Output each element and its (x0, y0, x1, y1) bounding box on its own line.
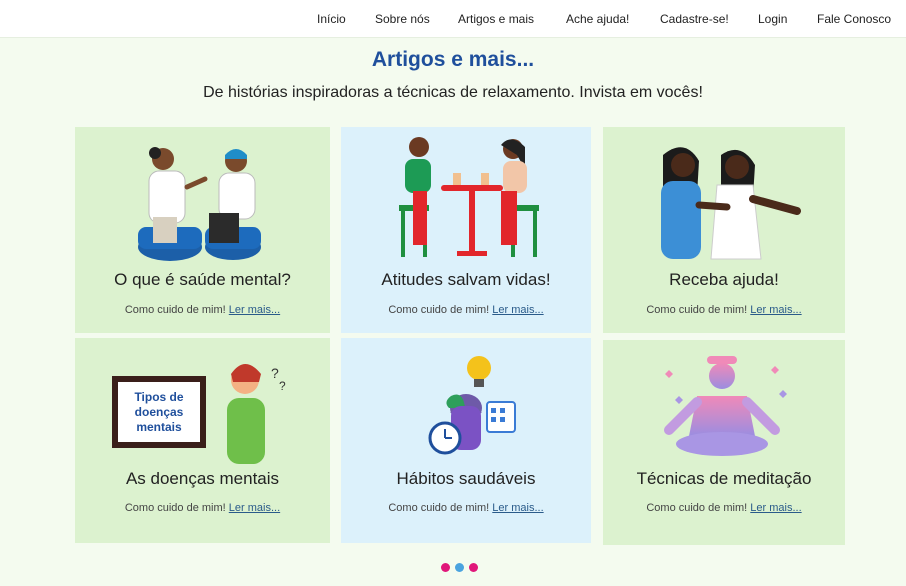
top-navigation: Início Sobre nós Artigos e mais Ache aju… (0, 0, 906, 38)
card-meta: Como cuido de mim! Ler mais... (603, 304, 845, 316)
svg-text:mentais: mentais (136, 420, 182, 434)
read-more-link[interactable]: Ler mais... (492, 502, 543, 514)
hug-illustration (661, 147, 801, 260)
nav-item-artigos[interactable]: Artigos e mais (458, 12, 534, 26)
card-meta: Como cuido de mim! Ler mais... (75, 502, 330, 514)
nav-item-sobre-nos[interactable]: Sobre nós (375, 12, 430, 26)
article-card-receba-ajuda[interactable]: Receba ajuda! Como cuido de mim! Ler mai… (603, 127, 845, 333)
card-meta-label: Como cuido de mim! (646, 502, 748, 514)
card-meta: Como cuido de mim! Ler mais... (75, 304, 330, 316)
card-title: Receba ajuda! (669, 270, 779, 289)
healthy-habits-illustration (428, 356, 516, 455)
svg-text:doenças: doenças (135, 405, 184, 419)
card-title: Hábitos saudáveis (396, 469, 536, 488)
carousel-dot-1[interactable] (441, 563, 450, 572)
card-meta-label: Como cuido de mim! (124, 502, 226, 514)
card-meta: Como cuido de mim! Ler mais... (341, 304, 591, 316)
nav-item-fale-conosco[interactable]: Fale Conosco (817, 12, 891, 26)
carousel-dot-2[interactable] (455, 563, 464, 572)
card-title: As doenças mentais (125, 469, 280, 488)
page-title: Artigos e mais... (371, 48, 535, 71)
doctor-patient-illustration (138, 147, 261, 261)
card-title: Atitudes salvam vidas! (381, 270, 551, 289)
nav-item-ache-ajuda[interactable]: Ache ajuda! (566, 12, 629, 26)
page-subtitle: De histórias inspiradoras a técnicas de … (203, 84, 703, 101)
article-card-meditacao[interactable]: Técnicas de meditação Como cuido de mim!… (603, 340, 845, 545)
thinking-person-illustration: Tipos de doenças mentais ? ? (112, 364, 286, 464)
nav-item-login[interactable]: Login (758, 12, 787, 26)
article-card-atitudes[interactable]: Atitudes salvam vidas! Como cuido de mim… (341, 127, 591, 333)
read-more-link[interactable]: Ler mais... (229, 502, 280, 514)
read-more-link[interactable]: Ler mais... (492, 304, 543, 316)
card-meta-label: Como cuido de mim! (646, 304, 748, 316)
svg-text:?: ? (271, 365, 279, 381)
carousel-dot-3[interactable] (469, 563, 478, 572)
carousel-dots (441, 563, 481, 573)
nav-item-cadastre-se[interactable]: Cadastre-se! (660, 12, 729, 26)
read-more-link[interactable]: Ler mais... (750, 304, 801, 316)
card-meta: Como cuido de mim! Ler mais... (341, 502, 591, 514)
friends-cafe-illustration (399, 137, 539, 257)
read-more-link[interactable]: Ler mais... (750, 502, 801, 514)
svg-text:?: ? (279, 379, 286, 393)
svg-text:Tipos de: Tipos de (134, 390, 183, 404)
nav-item-inicio[interactable]: Início (317, 12, 346, 26)
card-meta-label: Como cuido de mim! (124, 304, 226, 316)
article-card-doencas-mentais[interactable]: Tipos de doenças mentais ? ? As doenças … (75, 338, 330, 543)
card-title: O que é saúde mental? (114, 270, 291, 289)
card-meta-label: Como cuido de mim! (388, 502, 490, 514)
card-meta-label: Como cuido de mim! (388, 304, 490, 316)
read-more-link[interactable]: Ler mais... (229, 304, 280, 316)
article-card-habitos[interactable]: Hábitos saudáveis Como cuido de mim! Ler… (341, 338, 591, 543)
meditation-illustration (664, 356, 787, 456)
card-title: Técnicas de meditação (636, 469, 812, 488)
card-meta: Como cuido de mim! Ler mais... (603, 502, 845, 514)
article-card-saude-mental[interactable]: O que é saúde mental? Como cuido de mim!… (75, 127, 330, 333)
